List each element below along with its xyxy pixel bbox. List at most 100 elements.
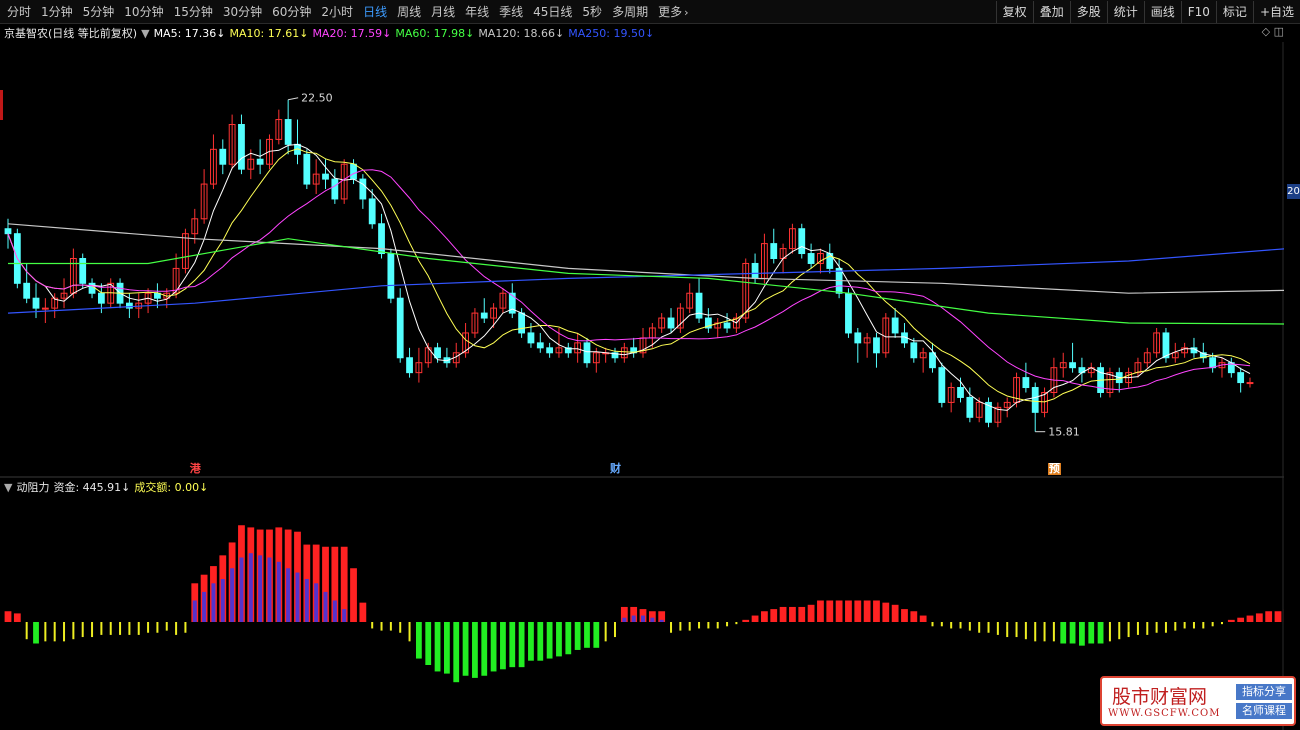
fund-bar [53, 622, 56, 642]
tab-9[interactable]: 周线 [392, 1, 426, 23]
tab-2[interactable]: 5分钟 [78, 1, 120, 23]
fund-bar [826, 600, 834, 622]
period-toolbar: 分时 1分钟 5分钟 10分钟 15分钟 30分钟 60分钟 2小时 日线 周线 月线 年线 季线 45日… [0, 0, 1300, 24]
fund-bar [33, 622, 39, 644]
tab-13[interactable]: 45日线 [528, 1, 577, 23]
watermark-tag-course: 名师课程 [1236, 703, 1292, 719]
candle-body [238, 124, 245, 170]
circle-chevron-icon[interactable]: ▼ [141, 27, 149, 40]
tool-7[interactable]: +自选 [1252, 1, 1300, 23]
fund-sub-bar [650, 617, 655, 622]
tab-1[interactable]: 1分钟 [36, 1, 78, 23]
fund-bar [13, 613, 21, 622]
fund-bar [528, 622, 534, 661]
fund-sub-bar [622, 617, 627, 622]
fund-bar [72, 622, 75, 640]
event-marker-0[interactable]: 港 [188, 463, 202, 475]
fund-bar [940, 622, 943, 627]
candle-body [368, 198, 376, 225]
tab-15[interactable]: 多周期 [607, 1, 653, 23]
watermark-url: WWW.GSCFW.COM [1108, 708, 1221, 719]
fund-bar [184, 622, 187, 633]
ma-legend: 京基智农(日线 等比前复权) ▼ MA5: 17.36↓ MA10: 17.61↓… [4, 25, 658, 41]
fund-bar [1127, 622, 1130, 638]
tool-6[interactable]: 标记 [1215, 1, 1253, 23]
fund-bar [604, 622, 607, 642]
candle-body [79, 258, 87, 284]
ma-value-1: MA10: 17.61↓ [229, 26, 309, 40]
event-marker-2[interactable]: 预 [1047, 463, 1061, 475]
tab-12[interactable]: 季线 [494, 1, 528, 23]
right-toolbar: 复权 叠加 多股 统计 画线 F10 标记 +自选 [995, 0, 1300, 24]
tab-5[interactable]: 30分钟 [218, 1, 267, 23]
candle-body [891, 317, 899, 334]
chevron-right-icon[interactable]: › [684, 6, 688, 19]
fund-bar [565, 622, 572, 655]
candle-body [1022, 377, 1030, 389]
fund-bar [537, 622, 544, 661]
tab-11[interactable]: 年线 [460, 1, 494, 23]
tab-8[interactable]: 日线 [358, 1, 392, 23]
fund-sub-bar [304, 579, 309, 622]
tool-3[interactable]: 统计 [1106, 1, 1144, 23]
fund-sub-bar [286, 568, 291, 622]
fund-bar [380, 622, 383, 631]
tab-7[interactable]: 2小时 [316, 1, 358, 23]
fund-bar [882, 602, 890, 622]
price-chart[interactable]: 22.50 15.81 [0, 42, 1284, 730]
fund-bar [1146, 622, 1149, 635]
candle-body [1162, 332, 1170, 359]
tool-5[interactable]: F10 [1180, 1, 1216, 23]
fund-sub-bar [258, 555, 263, 622]
fund-sub-bar [239, 557, 244, 622]
fund-bar [716, 622, 719, 629]
stock-title: 京基智农(日线 等比前复权) [4, 27, 138, 40]
event-marker-1[interactable]: 财 [608, 463, 622, 475]
tool-0[interactable]: 复权 [995, 1, 1033, 23]
candle-body [97, 292, 105, 304]
candle-body [957, 387, 964, 398]
fund-bar [1024, 622, 1027, 640]
fund-bar [4, 611, 12, 622]
tool-1[interactable]: 叠加 [1032, 1, 1070, 23]
tab-6[interactable]: 60分钟 [267, 1, 316, 23]
fund-bar [462, 622, 469, 676]
fund-sub-bar [332, 600, 337, 622]
candle-body [583, 342, 591, 364]
candle-body [359, 178, 367, 200]
candle-body [396, 297, 404, 359]
candle-body [845, 292, 852, 334]
fund-bar [613, 622, 616, 638]
window-icon[interactable]: ◫ [1274, 25, 1284, 38]
fund-bar [1265, 611, 1273, 622]
fund-bar [63, 622, 66, 642]
candle-body [910, 342, 918, 359]
fund-sub-bar [192, 600, 197, 622]
tab-4[interactable]: 15分钟 [169, 1, 218, 23]
fund-bar [798, 606, 806, 622]
tab-3[interactable]: 10分钟 [119, 1, 168, 23]
fund-sub-bar [230, 568, 235, 622]
candle-body [546, 347, 554, 354]
fund-sub-bar [659, 619, 664, 622]
fund-bar [1079, 622, 1085, 646]
diamond-icon[interactable]: ◇ [1262, 25, 1270, 38]
fund-bar [873, 600, 880, 622]
tab-16[interactable]: 更多 [653, 1, 687, 23]
fund-bar [1174, 622, 1177, 631]
candle-body [23, 282, 31, 299]
fund-bar [707, 622, 710, 629]
fund-bar [444, 622, 450, 674]
candle-body [1209, 357, 1217, 369]
fund-bar [854, 600, 862, 622]
fund-bar [100, 622, 103, 635]
fund-bar [688, 622, 691, 631]
tab-14[interactable]: 5秒 [577, 1, 607, 23]
candle-body [518, 312, 526, 334]
fund-bar [156, 622, 159, 633]
tool-2[interactable]: 多股 [1069, 1, 1107, 23]
tab-10[interactable]: 月线 [426, 1, 460, 23]
tool-4[interactable]: 画线 [1143, 1, 1181, 23]
tab-0[interactable]: 分时 [2, 1, 36, 23]
fund-bar [751, 615, 759, 622]
